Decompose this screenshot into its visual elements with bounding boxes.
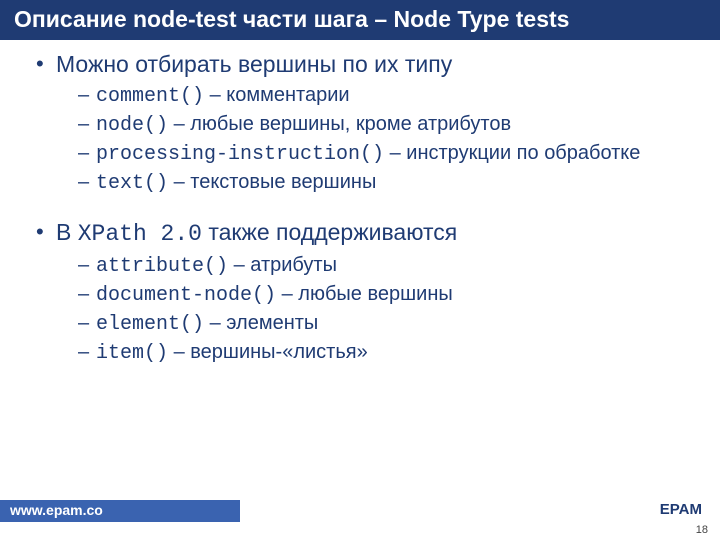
sub-bullet-pi: processing-instruction() – инструкции по… xyxy=(78,141,686,167)
desc: атрибуты xyxy=(250,254,337,276)
code-attribute: attribute() xyxy=(96,255,228,278)
sub-bullet-comment: comment() – комментарии xyxy=(78,83,686,109)
footer-brand: EPAM xyxy=(660,501,702,518)
desc: текстовые вершины xyxy=(190,171,376,193)
slide-content: Можно отбирать вершины по их типу commen… xyxy=(0,40,720,366)
desc: вершины-«листья» xyxy=(190,341,367,363)
sep: – xyxy=(168,341,190,363)
sep: – xyxy=(204,312,226,334)
sub-bullet-node: node() – любые вершины, кроме атрибутов xyxy=(78,112,686,138)
code-comment: comment() xyxy=(96,85,204,108)
desc: элементы xyxy=(226,312,318,334)
sub-bullet-element: element() – элементы xyxy=(78,311,686,337)
desc: инструкции по обработке xyxy=(406,142,640,164)
footer-url: www.epam.co xyxy=(10,502,103,518)
slide: { "title": "Описание node-test части шаг… xyxy=(0,0,720,540)
slide-title: Описание node-test части шага – Node Typ… xyxy=(0,0,720,40)
code-pi: processing-instruction() xyxy=(96,143,384,166)
bullet-text-code: XPath 2.0 xyxy=(78,221,202,247)
code-element: element() xyxy=(96,313,204,336)
sep: – xyxy=(204,84,226,106)
bullet-node-type-intro: Можно отбирать вершины по их типу commen… xyxy=(34,50,686,196)
bullet-xpath20: В XPath 2.0 также поддерживаются attribu… xyxy=(34,218,686,366)
sep: – xyxy=(384,142,406,164)
bullet-text-pre: В xyxy=(56,219,78,245)
code-docnode: document-node() xyxy=(96,284,276,307)
sub-bullet-attribute: attribute() – атрибуты xyxy=(78,253,686,279)
sep: – xyxy=(168,171,190,193)
sub-bullet-docnode: document-node() – любые вершины xyxy=(78,282,686,308)
sep: – xyxy=(228,254,250,276)
desc: любые вершины, кроме атрибутов xyxy=(190,113,511,135)
desc: комментарии xyxy=(226,84,349,106)
sub-bullet-item: item() – вершины-«листья» xyxy=(78,340,686,366)
desc: любые вершины xyxy=(298,283,452,305)
code-item: item() xyxy=(96,342,168,365)
code-text: text() xyxy=(96,172,168,195)
bullet-text-post: также поддерживаются xyxy=(202,219,457,245)
code-node: node() xyxy=(96,114,168,137)
sep: – xyxy=(276,283,298,305)
sep: – xyxy=(168,113,190,135)
footer: www.epam.co EPAM xyxy=(0,500,720,522)
bullet-text: Можно отбирать вершины по их типу xyxy=(56,51,452,77)
sub-bullet-text: text() – текстовые вершины xyxy=(78,170,686,196)
page-number: 18 xyxy=(696,524,708,536)
